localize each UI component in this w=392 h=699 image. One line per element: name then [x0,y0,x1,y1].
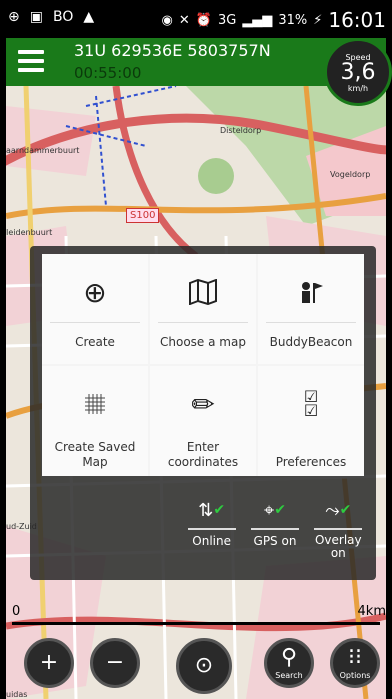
map-icon [150,274,256,310]
timer: 00:55:00 [74,64,142,82]
map-label: aarndammerbuurt [6,146,80,155]
warning-icon: ▲ [83,9,95,25]
battery-percent: 31% [278,12,308,28]
scale-end: 4km [357,604,386,619]
minus-icon: − [105,650,125,675]
status-right: ◉ ✕ ⏰ 3G ▂▄▆ 31% ⚡ 16:01 [162,8,386,32]
buddybeacon-button[interactable]: BuddyBeacon [258,254,364,364]
overlay-label: Overlay on [314,533,362,560]
scale-start: 0 [12,604,21,619]
alarm-icon: ⏰ [195,12,212,28]
location-icon: ⊕ [8,9,20,25]
search-label: Search [275,670,303,680]
plus-circle-icon: ⊕ [83,275,107,309]
speed-unit: km/h [347,84,369,93]
eye-icon: ◉ [161,12,173,28]
bo-icon: BO [52,9,74,25]
map-scale: 0 4km [6,604,386,628]
main-menu-panel: ⊕ Create Choose a map BuddyBeacon Create… [30,246,376,580]
network-type: 3G [217,12,237,28]
create-label: Create [75,335,115,349]
create-saved-map-label: Create Saved Map [54,440,136,469]
create-button[interactable]: ⊕ Create [42,254,148,364]
status-bar: ⊕ ▣ BO ▲ ◉ ✕ ⏰ 3G ▂▄▆ 31% ⚡ 16:01 [0,0,392,38]
choose-map-label: Choose a map [160,335,246,349]
speed-value: 3,6 [340,60,376,85]
online-arrows-icon: ⇅ ✔ [198,499,226,521]
enter-coordinates-label: Enter coordinates [167,440,239,469]
gps-label: GPS on [253,534,297,548]
online-label: Online [192,534,232,548]
enter-coordinates-button[interactable]: ✏ Enter coordinates [150,366,256,476]
image-icon: ▣ [29,9,43,25]
search-button[interactable]: ⚲ Search [264,638,314,688]
menu-grid: ⊕ Create Choose a map BuddyBeacon Create… [42,254,364,476]
signal-icon: ▂▄▆ [242,12,273,28]
road-shield: S100 [126,208,160,223]
top-bar: 31U 629536E 5803757N 00:55:00 Speed 3,6 … [6,38,392,106]
bottom-toolbar: + − ⊙ ⚲ Search ⁝⁝ Options [6,632,386,699]
options-grid-icon: ⁝⁝ [348,644,362,670]
create-saved-map-button[interactable]: Create Saved Map [42,366,148,476]
crosshair-icon: ⊙ [194,653,214,678]
search-icon: ⚲ [280,644,298,670]
mute-icon: ✕ [178,12,190,28]
options-button[interactable]: ⁝⁝ Options [330,638,380,688]
hamburger-menu-icon[interactable] [18,50,44,72]
map-label: Ieidenbuurt [6,228,53,237]
clock: 16:01 [328,8,386,32]
gps-toggle[interactable]: ⌖ ✔ GPS on [247,496,303,576]
preferences-button[interactable]: ☑ ☑ Preferences [258,366,364,476]
status-toggles: ⇅ ✔ Online ⌖ ✔ GPS on ⤳ ✔ Overlay on [180,496,370,576]
status-left-icons: ⊕ ▣ BO ▲ [8,9,94,25]
gps-icon: ⌖ ✔ [264,499,286,521]
scale-line [12,622,380,625]
online-toggle[interactable]: ⇅ ✔ Online [184,496,240,576]
speedometer: Speed 3,6 km/h [324,38,392,106]
choose-map-button[interactable]: Choose a map [150,254,256,364]
buddy-beacon-icon [258,274,364,310]
battery-icon: ⚡ [313,12,323,28]
overlay-toggle[interactable]: ⤳ ✔ Overlay on [310,496,366,576]
zoom-in-button[interactable]: + [24,638,74,688]
options-label: Options [339,670,371,680]
overlay-icon: ⤳ ✔ [325,499,352,521]
pencil-icon: ✏ [191,387,215,421]
zoom-out-button[interactable]: − [90,638,140,688]
buddybeacon-label: BuddyBeacon [269,335,353,349]
map-label: Vogeldorp [330,170,371,179]
coordinates: 31U 629536E 5803757N [74,41,271,60]
grid-icon [42,386,148,422]
center-location-button[interactable]: ⊙ [176,638,232,694]
plus-icon: + [39,650,59,675]
preferences-label: Preferences [275,455,347,469]
map-label: Disteldorp [220,126,262,135]
checkbox-icon: ☑ ☑ [303,387,319,420]
